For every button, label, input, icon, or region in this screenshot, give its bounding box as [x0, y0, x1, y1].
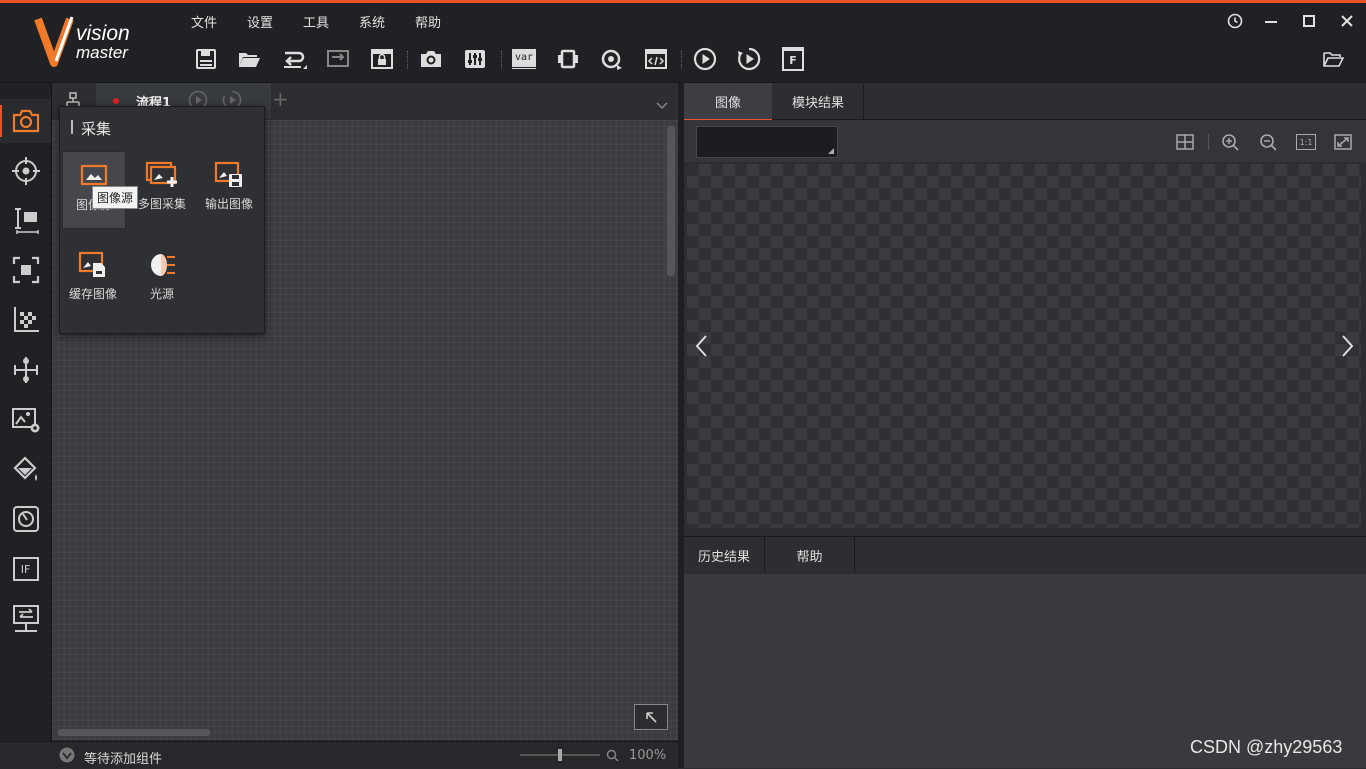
menu-help[interactable]: 帮助 — [415, 12, 441, 31]
loop-icon[interactable] — [599, 45, 625, 73]
controls-icon[interactable] — [462, 45, 488, 73]
watermark: CSDN @zhy29563 — [1190, 737, 1343, 757]
acquisition-icon[interactable] — [0, 99, 51, 143]
undo-icon[interactable] — [281, 45, 307, 73]
run-continuous-icon[interactable] — [736, 45, 762, 73]
menu-system[interactable]: 系统 — [359, 12, 385, 31]
tool-label: 多图采集 — [137, 197, 186, 211]
zoom-out-icon[interactable] — [1259, 133, 1277, 155]
lock-icon[interactable] — [369, 45, 395, 73]
save-icon[interactable] — [193, 45, 219, 73]
output-image-icon — [214, 161, 244, 189]
recognize-icon[interactable] — [0, 248, 51, 292]
status-bar: 等待添加组件 100% — [0, 741, 678, 769]
if-label: IF — [12, 557, 39, 581]
menu-tools[interactable]: 工具 — [303, 12, 329, 31]
combo-arrow-icon — [828, 148, 834, 154]
tool-popup: 采集 图像源 多图采集 输出图像 缓存图像 光源 — [59, 106, 265, 334]
fit-window-icon[interactable] — [1334, 133, 1352, 155]
popup-title-bar — [71, 120, 73, 134]
minimap-toggle-icon[interactable] — [634, 704, 668, 730]
chevron-down-icon[interactable] — [656, 95, 668, 114]
zoom-slider[interactable] — [520, 749, 600, 761]
close-icon[interactable] — [1335, 10, 1359, 32]
minimize-icon[interactable] — [1259, 10, 1283, 32]
status-icon — [59, 747, 75, 767]
locate-icon[interactable] — [0, 149, 51, 193]
actual-size-icon[interactable]: 1:1 — [1296, 134, 1316, 150]
toolbar-separator — [501, 51, 503, 69]
tool-sidebar: IF ▸▸ — [0, 83, 52, 758]
magnifier-icon — [606, 747, 619, 766]
prev-image-icon[interactable] — [694, 334, 708, 362]
camera-icon[interactable] — [418, 45, 444, 73]
zoom-slider-thumb[interactable] — [558, 749, 562, 761]
tool-light-source[interactable]: 光源 — [131, 241, 193, 317]
tool-label: 光源 — [149, 287, 174, 301]
status-text: 等待添加组件 — [84, 752, 163, 767]
defect-icon[interactable] — [0, 497, 51, 541]
add-flow-button[interactable]: + — [272, 87, 289, 111]
app-logo: vision master — [0, 3, 185, 82]
zoom-in-icon[interactable] — [1221, 133, 1239, 155]
script-icon[interactable] — [643, 45, 669, 73]
f-icon[interactable]: F — [780, 45, 806, 73]
horizontal-scrollbar[interactable] — [58, 729, 210, 736]
tab-history-result[interactable]: 历史结果 — [684, 537, 765, 573]
f-label: F — [782, 47, 804, 71]
vertical-scrollbar[interactable] — [667, 126, 675, 276]
tool-label: 输出图像 — [204, 197, 253, 211]
multi-capture-icon — [145, 161, 179, 189]
image-process-icon[interactable] — [0, 398, 51, 442]
logic-icon[interactable]: IF — [0, 547, 51, 591]
tool-cache-image[interactable]: 缓存图像 — [62, 241, 124, 317]
toolbar-separator — [681, 51, 683, 69]
tab-image[interactable]: 图像 — [684, 83, 772, 121]
maximize-icon[interactable] — [1297, 10, 1321, 32]
clock-icon[interactable] — [1223, 10, 1247, 32]
toolbar-separator — [407, 51, 409, 69]
tab-module-result[interactable]: 模块结果 — [773, 83, 864, 119]
calibrate-icon[interactable] — [0, 298, 51, 342]
light-source-icon — [147, 251, 177, 279]
zoom-level: 100% — [629, 748, 667, 763]
device-icon[interactable] — [555, 45, 581, 73]
tool-output-image[interactable]: 输出图像 — [198, 151, 260, 227]
menu-file[interactable]: 文件 — [191, 12, 217, 31]
cache-image-icon — [78, 251, 108, 279]
open-folder-icon[interactable] — [236, 45, 262, 73]
image-panel-tabs: 图像 模块结果 — [684, 83, 1366, 121]
logo-text-master: master — [76, 43, 128, 62]
image-source-combo[interactable] — [696, 126, 838, 158]
measure-icon[interactable] — [0, 198, 51, 242]
status-dot — [113, 98, 119, 104]
communication-icon[interactable] — [0, 597, 51, 641]
run-once-icon[interactable] — [692, 45, 718, 73]
next-image-icon[interactable] — [1341, 334, 1355, 362]
grid-toggle-icon[interactable] — [1176, 133, 1194, 155]
tooltip: 图像源 — [92, 186, 139, 209]
history-panel-tabs: 历史结果 帮助 — [684, 536, 1366, 575]
image-viewer[interactable] — [687, 164, 1361, 528]
tab-help[interactable]: 帮助 — [765, 537, 855, 573]
redo-icon[interactable] — [325, 45, 351, 73]
color-icon[interactable] — [0, 447, 51, 491]
popup-title: 采集 — [81, 120, 112, 138]
open-file-icon[interactable] — [1320, 45, 1346, 73]
var-label: var — [512, 48, 536, 70]
image-toolbar-separator — [1208, 134, 1209, 150]
align-icon[interactable] — [0, 348, 51, 392]
tool-label: 缓存图像 — [68, 287, 117, 301]
menu-settings[interactable]: 设置 — [247, 12, 273, 31]
var-icon[interactable]: var — [511, 45, 537, 73]
tool-multi-capture[interactable]: 多图采集 — [131, 151, 193, 227]
